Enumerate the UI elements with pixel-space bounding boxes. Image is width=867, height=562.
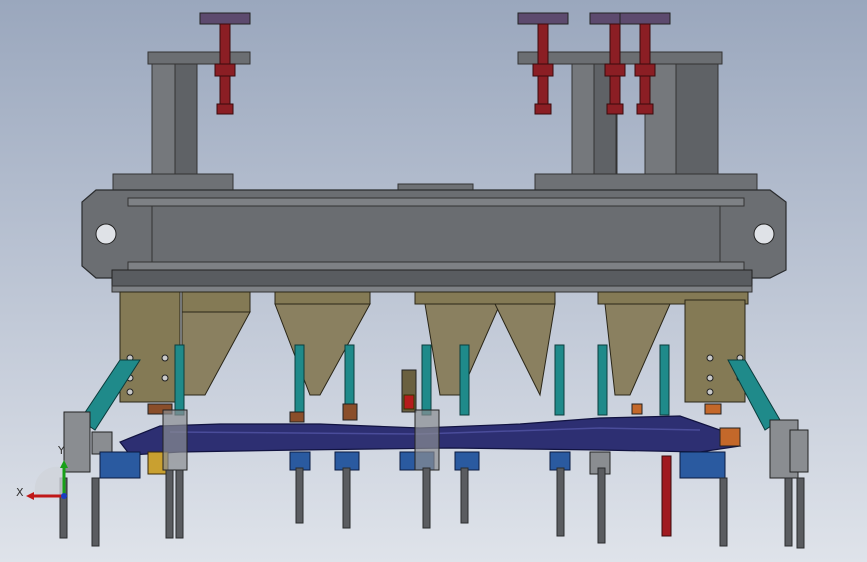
support-brackets bbox=[119, 291, 749, 403]
z-axis-dot bbox=[61, 493, 67, 499]
main-beam bbox=[81, 189, 787, 293]
red-locating-pin bbox=[661, 455, 672, 537]
y-axis-label: Y bbox=[57, 444, 65, 457]
support-pins bbox=[59, 467, 805, 549]
upper-columns bbox=[112, 51, 758, 195]
orientation-triad[interactable]: X Y bbox=[14, 438, 84, 508]
graphics-viewport[interactable]: X Y bbox=[0, 0, 867, 562]
fixture-model[interactable] bbox=[0, 0, 867, 562]
x-axis-label: X bbox=[16, 486, 24, 499]
